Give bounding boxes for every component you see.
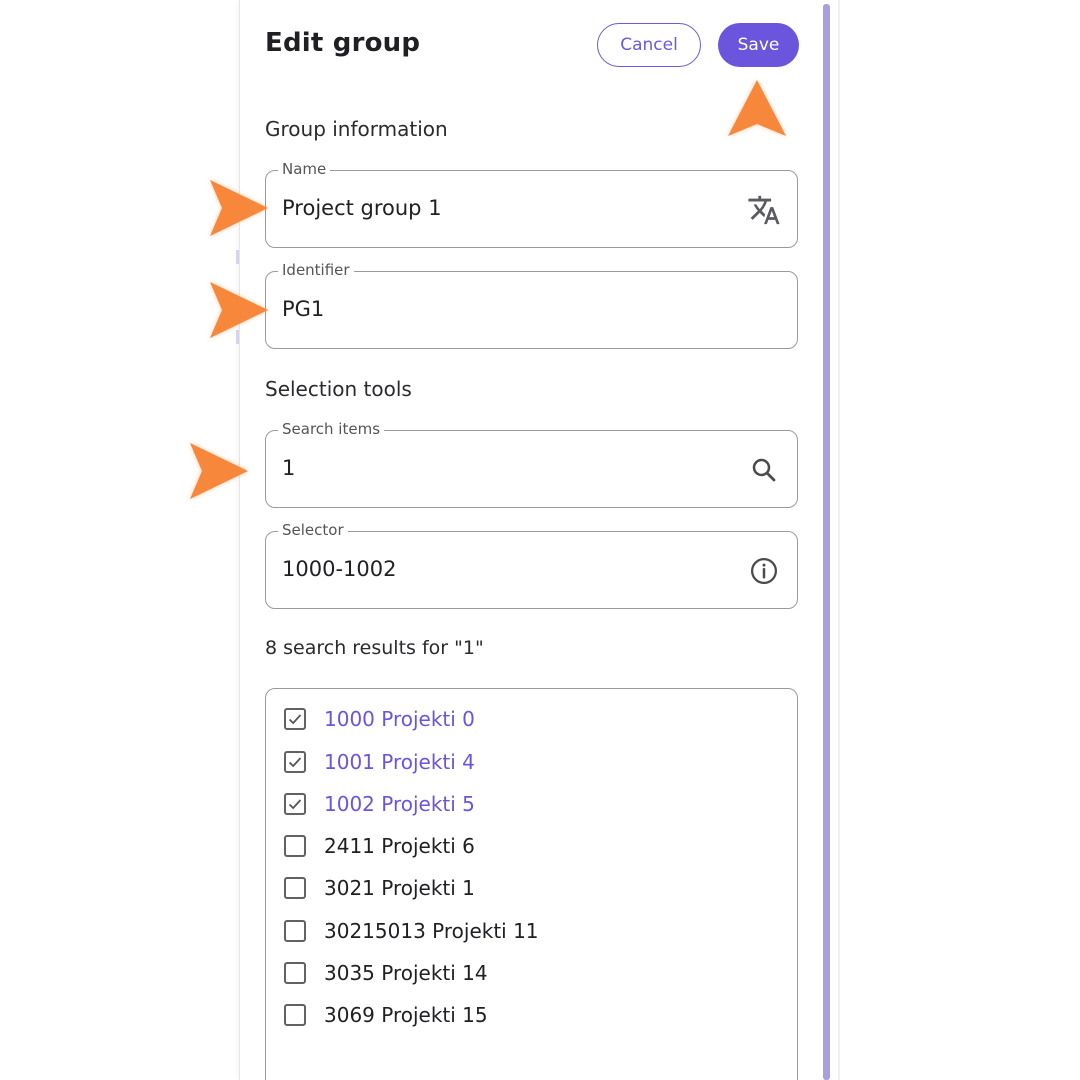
identifier-field-value[interactable]: PG1 [282, 297, 324, 321]
checkbox-unchecked[interactable] [284, 1004, 306, 1026]
list-item-label: 3021 Projekti 1 [324, 876, 475, 900]
translate-icon[interactable] [747, 193, 781, 227]
search-items-field[interactable]: Search items 1 [265, 420, 798, 508]
list-item-label: 1000 Projekti 0 [324, 707, 475, 731]
selector-field[interactable]: Selector 1000-1002 [265, 521, 798, 609]
list-item[interactable]: 3021 Projekti 1 [284, 873, 475, 903]
name-field-label: Name [278, 160, 331, 178]
info-icon[interactable] [747, 554, 781, 588]
identifier-field-label: Identifier [278, 261, 354, 279]
checkbox-checked[interactable] [284, 751, 306, 773]
name-field-value[interactable]: Project group 1 [282, 196, 442, 220]
list-item-label: 1002 Projekti 5 [324, 792, 475, 816]
list-item[interactable]: 3069 Projekti 15 [284, 1000, 488, 1030]
list-item[interactable]: 1002 Projekti 5 [284, 789, 475, 819]
list-item[interactable]: 3035 Projekti 14 [284, 958, 488, 988]
selector-field-label: Selector [278, 521, 348, 539]
list-item[interactable]: 30215013 Projekti 11 [284, 916, 539, 946]
checkbox-unchecked[interactable] [284, 877, 306, 899]
list-item[interactable]: 1000 Projekti 0 [284, 704, 475, 734]
callout-arrow-up-icon [728, 80, 786, 136]
checkbox-unchecked[interactable] [284, 835, 306, 857]
identifier-field[interactable]: Identifier PG1 [265, 261, 798, 349]
checkbox-checked[interactable] [284, 793, 306, 815]
save-button[interactable]: Save [718, 23, 799, 67]
callout-arrow-right-icon [190, 443, 248, 499]
search-icon[interactable] [747, 453, 781, 487]
group-information-heading: Group information [265, 117, 448, 141]
search-results-count: 8 search results for "1" [265, 637, 484, 659]
list-item-label: 30215013 Projekti 11 [324, 919, 539, 943]
checkbox-unchecked[interactable] [284, 962, 306, 984]
list-item-label: 3069 Projekti 15 [324, 1003, 488, 1027]
screen: Edit group Cancel Save Group information… [0, 0, 1080, 1080]
checkbox-checked[interactable] [284, 708, 306, 730]
cancel-button[interactable]: Cancel [597, 23, 701, 67]
checkbox-unchecked[interactable] [284, 920, 306, 942]
search-items-field-label: Search items [278, 420, 385, 438]
callout-arrow-right-icon [210, 282, 268, 338]
selector-field-value[interactable]: 1000-1002 [282, 557, 396, 581]
selection-tools-heading: Selection tools [265, 377, 412, 401]
list-item[interactable]: 2411 Projekti 6 [284, 831, 475, 861]
list-item-label: 3035 Projekti 14 [324, 961, 488, 985]
page-title: Edit group [265, 28, 421, 58]
list-item[interactable]: 1001 Projekti 4 [284, 747, 475, 777]
search-items-field-value[interactable]: 1 [282, 456, 295, 480]
list-item-label: 1001 Projekti 4 [324, 750, 475, 774]
list-item-label: 2411 Projekti 6 [324, 834, 475, 858]
callout-arrow-right-icon [210, 180, 268, 236]
name-field[interactable]: Name Project group 1 [265, 160, 798, 248]
panel-edge [838, 0, 840, 1080]
panel-scrollbar[interactable] [823, 4, 830, 1080]
